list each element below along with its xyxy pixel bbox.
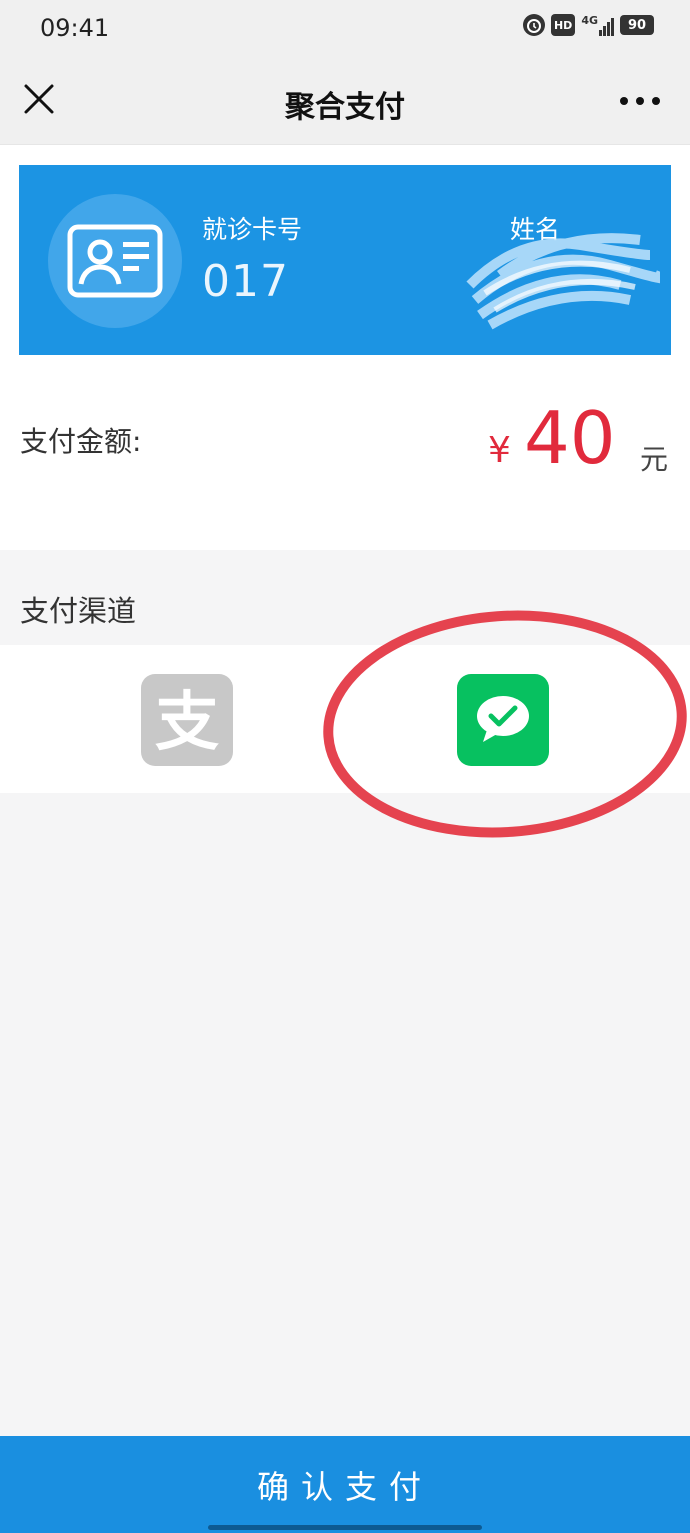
hd-icon: HD [550, 14, 576, 36]
page-title: 聚合支付 [285, 90, 405, 125]
confirm-payment-button[interactable]: 确认支付 [0, 1436, 690, 1533]
status-bar: 09:41 HD 4G 90 [0, 0, 690, 60]
battery-level: 90 [627, 17, 647, 33]
network-label: 4G [581, 14, 598, 27]
alipay-icon[interactable]: 支 [141, 674, 233, 766]
card-number-label: 就诊卡号 [202, 215, 303, 244]
payment-channel-list [0, 645, 690, 793]
signal-4g-icon: 4G [581, 14, 614, 36]
battery-icon: 90 [620, 15, 654, 35]
home-indicator [208, 1525, 482, 1530]
more-icon[interactable] [620, 86, 660, 116]
payment-channel-title: 支付渠道 [20, 594, 137, 628]
status-time: 09:41 [40, 14, 110, 42]
alarm-icon [522, 14, 545, 36]
amount-label: 支付金额: [20, 425, 142, 458]
id-card-icon [48, 194, 182, 328]
card-number-value: 017 [202, 256, 289, 307]
wechat-pay-icon[interactable] [457, 674, 549, 766]
redaction-scribble [466, 233, 660, 330]
status-icons: HD 4G 90 [522, 14, 654, 36]
currency-symbol: ¥ [488, 430, 511, 471]
amount-unit: 元 [640, 443, 669, 476]
alipay-glyph: 支 [155, 686, 219, 760]
amount-value: 40 [524, 396, 616, 480]
nav-bar: 聚合支付 [0, 60, 690, 145]
